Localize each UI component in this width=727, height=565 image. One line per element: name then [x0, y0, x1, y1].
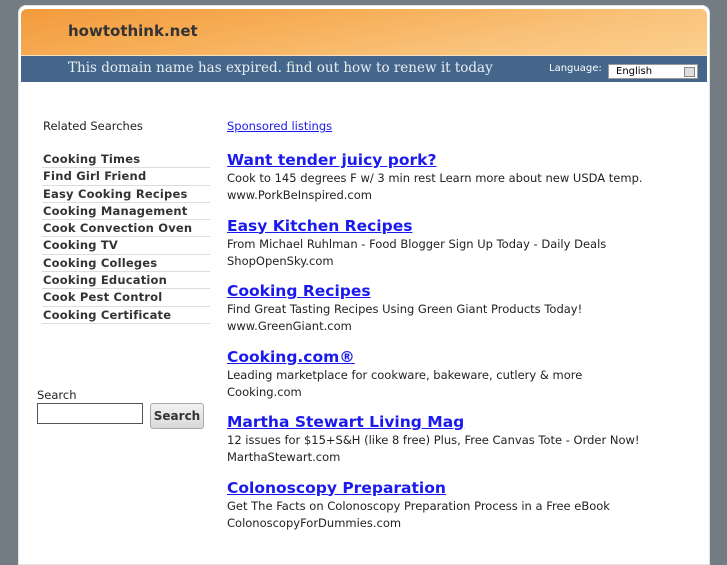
ad-item: Cooking.com® Leading marketplace for cook…: [227, 347, 687, 413]
related-searches-title: Related Searches: [43, 119, 143, 133]
ad-url[interactable]: www.PorkBeInspired.com: [227, 187, 687, 204]
ad-item: Colonoscopy Preparation Get The Facts on …: [227, 478, 687, 544]
ad-title-link[interactable]: Easy Kitchen Recipes: [227, 216, 687, 236]
ad-url[interactable]: MarthaStewart.com: [227, 449, 687, 466]
language-value: English: [616, 66, 653, 77]
ad-description: From Michael Ruhlman - Food Blogger Sign…: [227, 236, 607, 251]
language-select[interactable]: English: [608, 64, 698, 79]
sponsored-listings-link[interactable]: Sponsored listings: [227, 119, 332, 133]
related-link[interactable]: Cooking Colleges: [42, 255, 210, 273]
ad-url[interactable]: www.GreenGiant.com: [227, 318, 687, 335]
site-title: howtothink.net: [68, 22, 198, 40]
ad-list: Want tender juicy pork? Cook to 145 degre…: [227, 150, 687, 543]
ad-description: Get The Facts on Colonoscopy Preparation…: [227, 498, 610, 513]
related-link[interactable]: Cooking Certificate: [42, 307, 210, 324]
ad-url[interactable]: ColonoscopyForDummies.com: [227, 515, 687, 532]
related-link[interactable]: Cooking Education: [42, 272, 210, 290]
ad-item: Martha Stewart Living Mag 12 issues for $…: [227, 412, 687, 478]
ad-title-link[interactable]: Colonoscopy Preparation: [227, 478, 687, 498]
language-label: Language:: [549, 63, 602, 74]
related-link[interactable]: Cook Convection Oven: [42, 220, 210, 238]
ad-item: Want tender juicy pork? Cook to 145 degre…: [227, 150, 687, 216]
ad-url[interactable]: Cooking.com: [227, 384, 687, 401]
ad-item: Cooking Recipes Find Great Tasting Recipe…: [227, 281, 687, 347]
ad-url[interactable]: ShopOpenSky.com: [227, 253, 687, 270]
ad-title-link[interactable]: Want tender juicy pork?: [227, 150, 687, 170]
related-link[interactable]: Cooking Management: [42, 203, 210, 221]
related-searches-list: Cooking Times Find Girl Friend Easy Cook…: [42, 151, 210, 324]
ad-title-link[interactable]: Martha Stewart Living Mag: [227, 412, 687, 432]
ad-title-link[interactable]: Cooking.com®: [227, 347, 687, 367]
related-link[interactable]: Cook Pest Control: [42, 289, 210, 307]
ad-description: Find Great Tasting Recipes Using Green G…: [227, 302, 583, 316]
expired-notice-link[interactable]: This domain name has expired. find out h…: [68, 60, 493, 76]
search-input[interactable]: [37, 403, 143, 424]
ad-description: 12 issues for $15+S&H (like 8 free) Plus…: [227, 433, 640, 447]
search-label: Search: [37, 388, 77, 402]
ad-title-link[interactable]: Cooking Recipes: [227, 281, 687, 301]
related-link[interactable]: Easy Cooking Recipes: [42, 186, 210, 203]
related-link[interactable]: Find Girl Friend: [42, 168, 210, 186]
ad-item: Easy Kitchen Recipes From Michael Ruhlman…: [227, 216, 687, 282]
ad-description: Leading marketplace for cookware, bakewa…: [227, 367, 583, 382]
ad-description: Cook to 145 degrees F w/ 3 min rest Lear…: [227, 171, 643, 185]
related-link[interactable]: Cooking Times: [42, 151, 210, 169]
search-button[interactable]: Search: [150, 403, 204, 429]
related-link[interactable]: Cooking TV: [42, 237, 210, 255]
dropdown-arrow-icon: [684, 67, 695, 77]
